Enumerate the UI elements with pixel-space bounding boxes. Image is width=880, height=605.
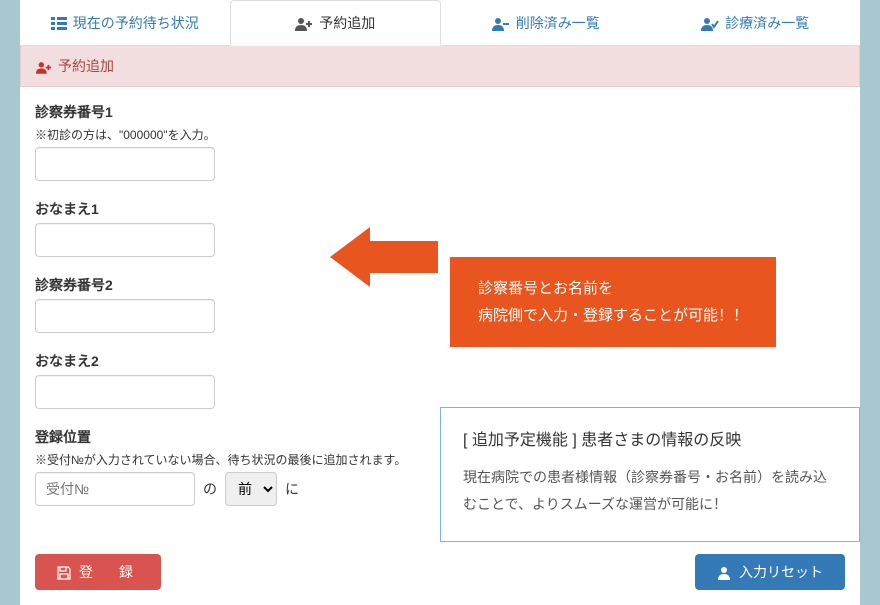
position-ni-text: に bbox=[285, 479, 299, 499]
tab-treated-list[interactable]: 診療済み一覧 bbox=[651, 0, 861, 45]
list-icon bbox=[51, 14, 67, 30]
user-plus-icon bbox=[36, 58, 52, 74]
tab-label: 予約追加 bbox=[319, 13, 375, 33]
position-input[interactable] bbox=[35, 472, 195, 506]
user-icon bbox=[717, 564, 731, 580]
register-label: 登 録 bbox=[79, 562, 139, 582]
info-title: [ 追加予定機能 ] 患者さまの情報の反映 bbox=[463, 426, 837, 450]
name1-input[interactable] bbox=[35, 223, 215, 257]
ticket1-input[interactable] bbox=[35, 147, 215, 181]
callout-line1: 診察番号とお名前を bbox=[478, 275, 748, 302]
save-icon bbox=[57, 564, 71, 580]
position-select[interactable]: 前 bbox=[225, 472, 277, 506]
user-check-icon bbox=[701, 14, 719, 30]
tab-add-reservation[interactable]: 予約追加 bbox=[230, 0, 442, 46]
name2-label: おなまえ2 bbox=[35, 351, 845, 371]
tab-waitlist[interactable]: 現在の予約待ち状況 bbox=[20, 0, 230, 45]
callout: 診察番号とお名前を 病院側で入力・登録することが可能！！ bbox=[340, 257, 776, 347]
register-button[interactable]: 登 録 bbox=[35, 554, 161, 590]
callout-line2: 病院側で入力・登録することが可能！！ bbox=[478, 302, 748, 329]
tabs-nav: 現在の予約待ち状況 予約追加 削除済み一覧 診療済み一覧 bbox=[20, 0, 860, 46]
field-name2: おなまえ2 bbox=[35, 351, 845, 409]
position-no-text: の bbox=[203, 479, 217, 499]
info-body: 現在病院での患者様情報（診察券番号・お名前）を読み込むことで、よりスムーズな運営… bbox=[463, 464, 837, 517]
field-ticket1: 診察券番号1 ※初診の方は、"000000"を入力。 bbox=[35, 102, 845, 181]
reset-label: 入力リセット bbox=[739, 562, 823, 582]
info-box: [ 追加予定機能 ] 患者さまの情報の反映 現在病院での患者様情報（診察券番号・… bbox=[440, 407, 860, 542]
tab-deleted-list[interactable]: 削除済み一覧 bbox=[441, 0, 651, 45]
name2-input[interactable] bbox=[35, 375, 215, 409]
user-plus-icon bbox=[295, 15, 313, 31]
reset-button[interactable]: 入力リセット bbox=[695, 554, 845, 590]
field-name1: おなまえ1 bbox=[35, 199, 845, 257]
tab-label: 削除済み一覧 bbox=[516, 13, 600, 33]
tab-label: 現在の予約待ち状況 bbox=[73, 13, 199, 33]
panel-header: 予約追加 bbox=[20, 46, 860, 87]
name1-label: おなまえ1 bbox=[35, 199, 845, 219]
ticket1-hint: ※初診の方は、"000000"を入力。 bbox=[35, 126, 845, 143]
panel-header-title: 予約追加 bbox=[58, 56, 114, 76]
tab-label: 診療済み一覧 bbox=[725, 13, 809, 33]
ticket1-label: 診察券番号1 bbox=[35, 102, 845, 122]
ticket2-input[interactable] bbox=[35, 299, 215, 333]
user-minus-icon bbox=[492, 14, 510, 30]
